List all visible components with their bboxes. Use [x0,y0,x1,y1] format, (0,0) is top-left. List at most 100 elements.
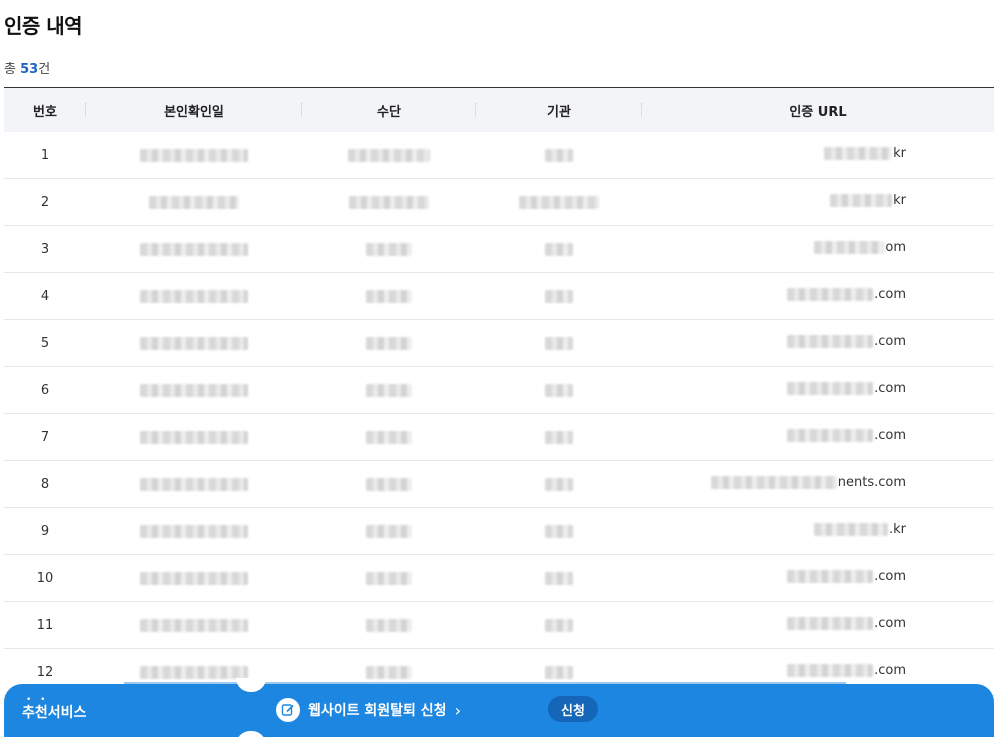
redacted-value [545,477,573,491]
auth-url-cell: om [642,225,994,273]
redacted-value [545,148,573,162]
redacted-value [366,477,412,491]
url-suffix: kr [893,146,906,161]
table-row: 2 kr [4,178,994,226]
redacted-value [545,665,573,679]
verify-date-cell [86,272,302,320]
verify-date-cell [86,319,302,367]
redacted-value [140,383,248,397]
redacted-value [787,335,874,348]
redacted-value [545,430,573,444]
method-cell [302,601,476,649]
method-cell [302,507,476,555]
verify-date-cell [86,366,302,414]
table-row: 7 .com [4,413,994,461]
redacted-value [140,524,248,538]
row-number: 7 [4,413,86,461]
redacted-value [149,195,239,209]
redacted-value [545,242,573,256]
auth-url-cell: .com [642,554,994,602]
agency-cell [476,460,642,508]
agency-cell [476,132,642,179]
table-row: 5 .com [4,319,994,367]
redacted-value [519,195,599,209]
promo-text: 웹사이트 회원탈퇴 신청 [308,703,447,719]
row-number: 9 [4,507,86,555]
agency-cell [476,601,642,649]
redacted-value [140,148,248,162]
redacted-value [140,477,248,491]
redacted-value [787,570,874,583]
auth-history-table: 번호 본인확인일 수단 기관 인증 URL 1 kr 2 kr 3 om 4 .com 5 .co… [4,87,994,696]
url-suffix: .com [874,381,906,396]
count-prefix: 총 [4,62,21,77]
redacted-value [545,618,573,632]
verify-date-cell [86,601,302,649]
url-suffix: .com [874,616,906,631]
recommend-service-label: 추천서비스 [22,705,87,721]
count-value: 53 [20,62,39,77]
url-suffix: .com [874,428,906,443]
agency-cell [476,507,642,555]
edit-icon [276,698,300,722]
redacted-value [366,289,412,303]
agency-cell [476,225,642,273]
method-cell [302,225,476,273]
auth-url-cell: kr [642,132,994,179]
redacted-value [366,242,412,256]
row-number: 5 [4,319,86,367]
agency-cell [476,178,642,226]
agency-cell [476,319,642,367]
method-cell [302,319,476,367]
redacted-value [366,665,412,679]
redacted-value [545,571,573,585]
auth-url-cell: nents.com [642,460,994,508]
method-cell [302,366,476,414]
url-suffix: nents.com [837,475,906,490]
redacted-value [710,476,837,489]
auth-url-cell: kr [642,178,994,226]
verify-date-cell [86,178,302,226]
auth-url-cell: .com [642,319,994,367]
redacted-value [348,148,430,162]
table-row: 6 .com [4,366,994,414]
verify-date-cell [86,460,302,508]
bar-notch [236,678,266,692]
method-cell [302,460,476,508]
verify-date-cell [86,554,302,602]
redacted-value [830,194,893,207]
chevron-right-icon: › [454,700,461,720]
redacted-value [140,430,248,444]
redacted-value [787,429,874,442]
method-cell [302,554,476,602]
verify-date-cell [86,132,302,179]
table-row: 8 nents.com [4,460,994,508]
table-row: 4 .com [4,272,994,320]
redacted-value [349,195,429,209]
table-row: 1 kr [4,132,994,179]
apply-button[interactable]: 신청 [548,696,598,722]
row-number: 6 [4,366,86,414]
url-suffix: .com [874,287,906,302]
row-number: 10 [4,554,86,602]
redacted-value [824,147,893,160]
col-auth-url: 인증 URL [642,87,994,132]
method-cell [302,413,476,461]
withdrawal-promo-link[interactable]: 웹사이트 회원탈퇴 신청 › [276,698,461,722]
agency-cell [476,413,642,461]
row-number: 4 [4,272,86,320]
verify-date-cell [86,225,302,273]
redacted-value [787,617,874,630]
method-cell [302,178,476,226]
agency-cell [476,554,642,602]
col-method: 수단 [302,87,476,132]
redacted-value [787,382,874,395]
url-suffix: kr [893,193,906,208]
url-suffix: om [885,240,906,255]
table-row: 10 .com [4,554,994,602]
auth-url-cell: .com [642,413,994,461]
auth-url-cell: .com [642,272,994,320]
url-suffix: .com [874,334,906,349]
method-cell [302,272,476,320]
auth-url-cell: .com [642,366,994,414]
